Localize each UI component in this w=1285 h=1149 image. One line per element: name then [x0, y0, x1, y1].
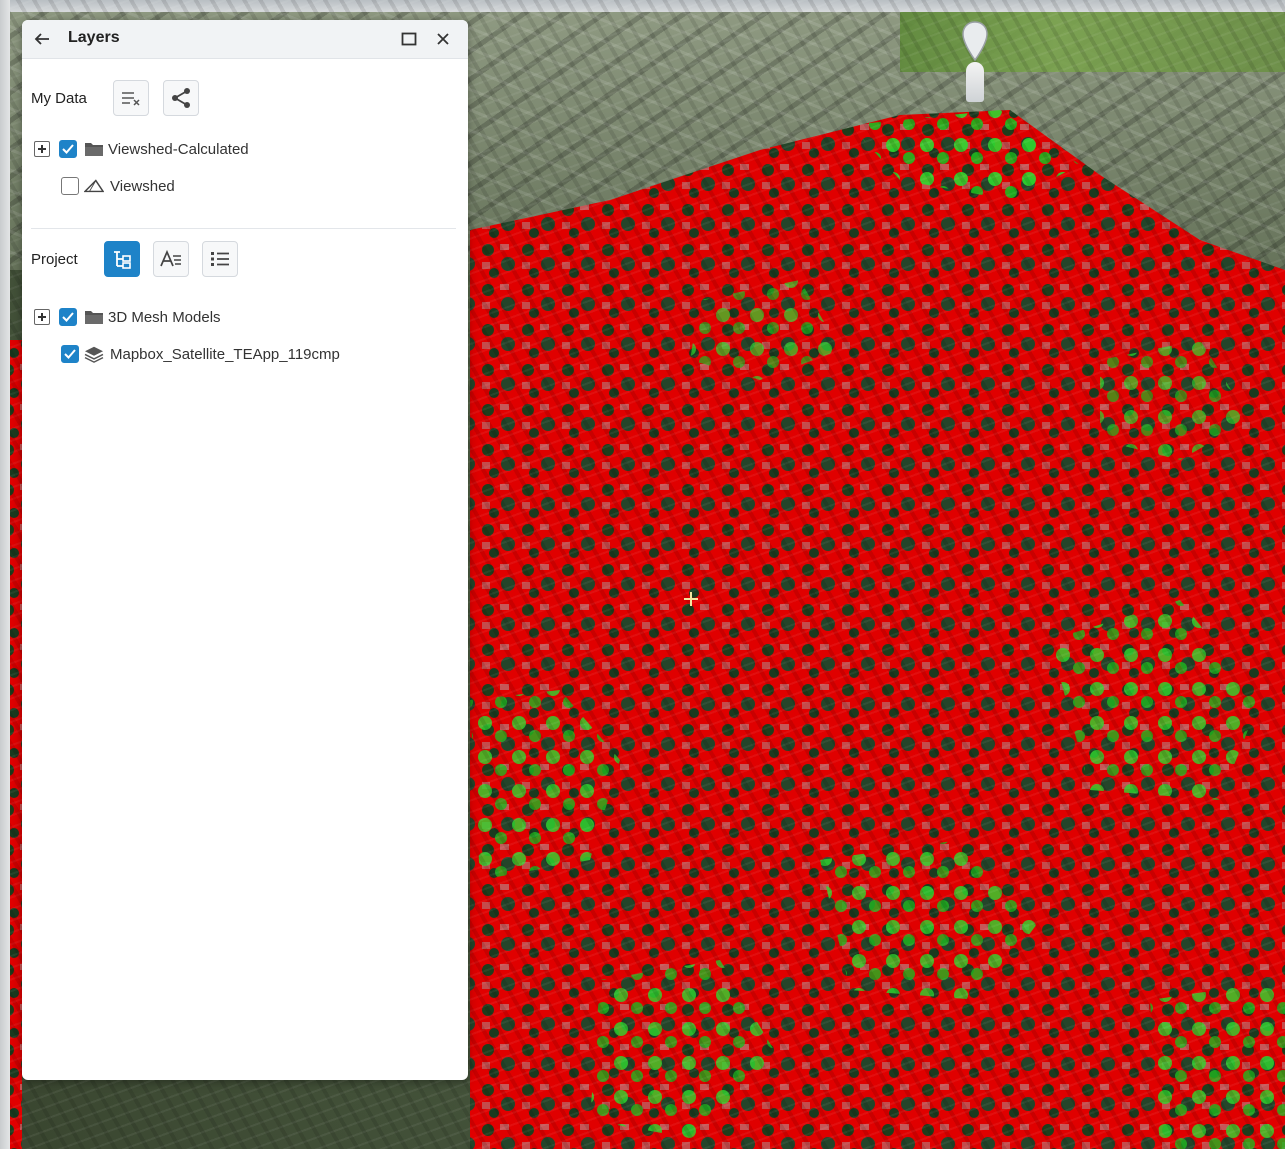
tree-view-icon: [114, 251, 131, 269]
layers-stack-icon: [84, 346, 104, 363]
layer-checkbox[interactable]: [61, 177, 79, 195]
my-data-toolbar: My Data: [22, 78, 468, 118]
folder-icon: [85, 311, 103, 324]
text-list-icon: [160, 249, 181, 267]
section-divider: [31, 228, 456, 229]
layer-label: Viewshed-Calculated: [108, 141, 249, 158]
close-icon[interactable]: [432, 28, 454, 50]
layer-label: Mapbox_Satellite_TEApp_119cmp: [110, 346, 340, 363]
layer-row-mapbox-satellite[interactable]: Mapbox_Satellite_TEApp_119cmp: [22, 341, 468, 367]
app-window: Layers My Data Viewshed-Calculated Views…: [0, 0, 1285, 1149]
layer-row-3d-mesh-models[interactable]: 3D Mesh Models: [22, 304, 468, 330]
crosshair-icon: [684, 592, 698, 606]
panel-title: Layers: [68, 29, 120, 46]
share-icon: [172, 88, 190, 108]
bullet-list-icon: [211, 252, 229, 266]
my-data-label: My Data: [31, 90, 87, 107]
arrow-left-icon[interactable]: [30, 27, 54, 51]
clear-list-button[interactable]: [113, 80, 149, 116]
layer-label: 3D Mesh Models: [108, 309, 221, 326]
tree-view-button[interactable]: [104, 241, 140, 277]
layers-panel: Layers My Data Viewshed-Calculated Views…: [22, 20, 468, 1080]
layer-checkbox[interactable]: [59, 140, 77, 158]
map-pin-icon[interactable]: [960, 20, 990, 65]
window-edge: [0, 0, 10, 1149]
project-label: Project: [31, 251, 78, 268]
layer-row-viewshed[interactable]: Viewshed: [22, 173, 468, 199]
share-button[interactable]: [163, 80, 199, 116]
expand-icon[interactable]: [34, 141, 50, 157]
layer-row-viewshed-calculated[interactable]: Viewshed-Calculated: [22, 136, 468, 162]
layer-checkbox[interactable]: [61, 345, 79, 363]
layer-label: Viewshed: [110, 178, 175, 195]
water-tower: [966, 62, 984, 102]
viewshed-icon: [84, 179, 104, 193]
panel-header: Layers: [22, 20, 468, 59]
expand-icon[interactable]: [34, 309, 50, 325]
clear-list-icon: [122, 92, 140, 106]
maximize-icon[interactable]: [398, 28, 420, 50]
text-list-button[interactable]: [153, 241, 189, 277]
project-toolbar: Project: [22, 239, 468, 279]
folder-icon: [85, 143, 103, 156]
layer-checkbox[interactable]: [59, 308, 77, 326]
bullet-list-button[interactable]: [202, 241, 238, 277]
